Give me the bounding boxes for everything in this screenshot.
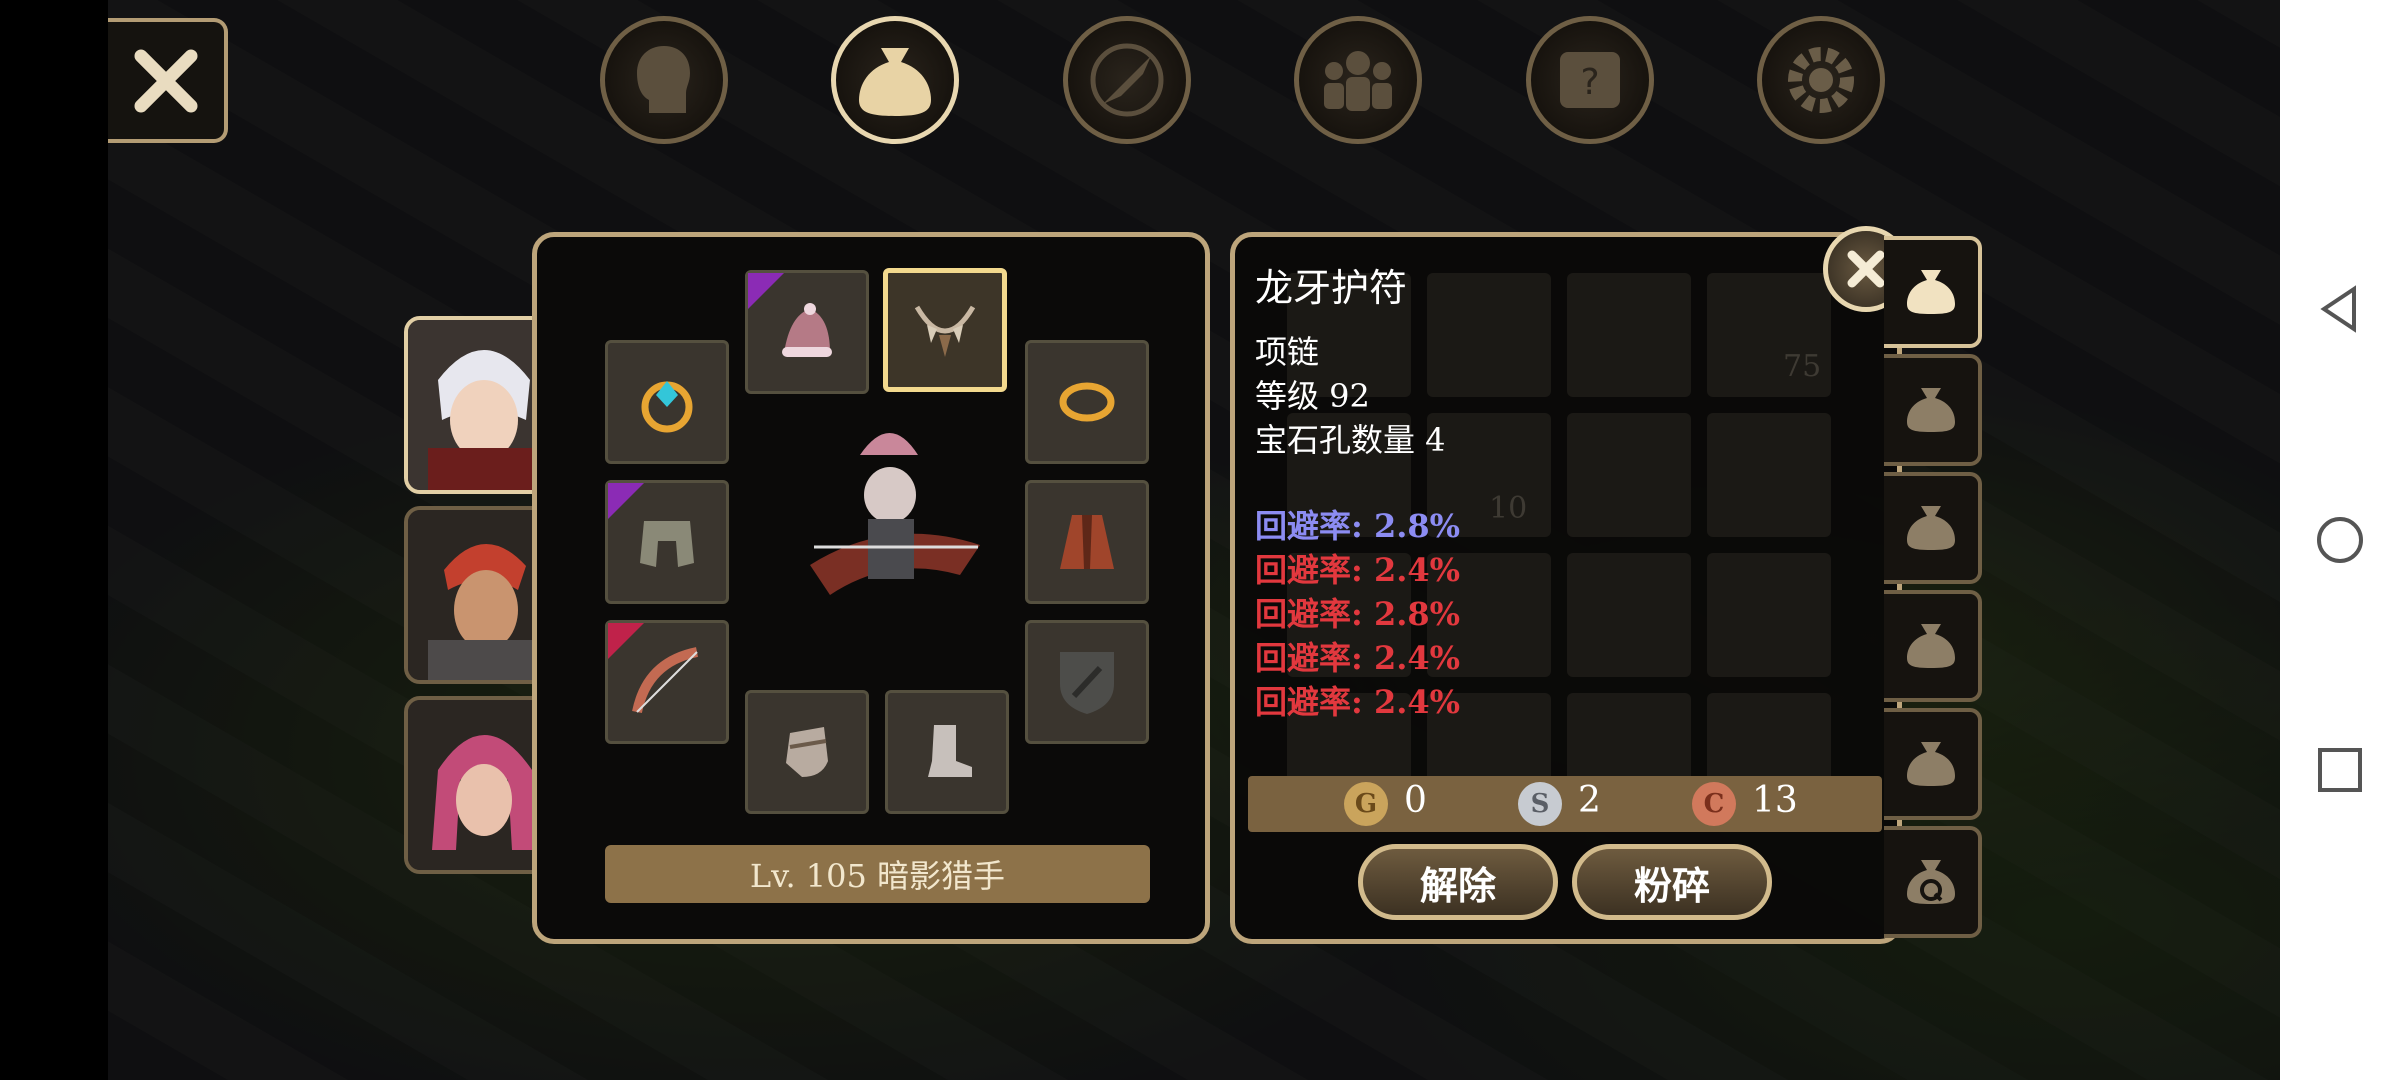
inventory-ghost-slot: [1707, 413, 1831, 537]
system-navigation-bar: [2280, 0, 2400, 1080]
ring-slot-left[interactable]: [605, 340, 729, 464]
ring-slot-right[interactable]: [1025, 340, 1149, 464]
gauntlet-icon: [786, 727, 828, 777]
bag-icon: [859, 48, 931, 116]
gold-amount: 0: [1404, 780, 1427, 821]
item-info-panel: 10 75 龙牙护符 项链 等级 92 宝石孔数量 4 回避率: 2.8% 回避…: [1230, 232, 1902, 944]
bag-page-tab-1[interactable]: [1884, 236, 1982, 348]
svg-text:?: ?: [1580, 62, 1599, 103]
character-tab[interactable]: [600, 16, 728, 144]
silver-amount: 2: [1578, 780, 1601, 821]
ghost-stack-count: 75: [1783, 349, 1822, 384]
weapon-slot[interactable]: [605, 620, 729, 744]
boots-icon: [928, 725, 972, 777]
settings-gear-icon: [1788, 47, 1854, 113]
crush-button[interactable]: 粉碎: [1572, 844, 1772, 920]
ghost-stack-count: 10: [1489, 491, 1528, 526]
bag-icon: [1907, 506, 1955, 550]
recents-square-icon[interactable]: [2314, 744, 2366, 796]
shield-slot[interactable]: [1025, 620, 1149, 744]
inventory-ghost-slot: [1427, 273, 1551, 397]
item-stat-line: 回避率: 2.8%: [1255, 507, 1461, 545]
armor-slot[interactable]: [605, 480, 729, 604]
item-gem-slots: 宝石孔数量 4: [1255, 421, 1446, 459]
item-stat-line: 回避率: 2.4%: [1255, 683, 1461, 721]
item-name: 龙牙护符: [1255, 266, 1408, 310]
shield-sword-icon: [1060, 652, 1114, 714]
gloves-slot[interactable]: [745, 690, 869, 814]
copper-coin-icon: C: [1692, 782, 1736, 826]
item-level: 等级 92: [1255, 377, 1370, 415]
back-triangle-icon[interactable]: [2314, 283, 2366, 335]
bag-icon: [1907, 742, 1955, 786]
bag-page-tab-5[interactable]: [1884, 708, 1982, 820]
close-icon: [1847, 250, 1885, 288]
character-sprite: [810, 433, 980, 595]
gem-ring-icon: [641, 381, 693, 433]
copper-amount: 13: [1752, 780, 1798, 821]
party-icon: [1324, 51, 1392, 111]
cloak-slot[interactable]: [1025, 480, 1149, 604]
quest-bag-icon: [1907, 860, 1955, 904]
gold-coin-icon: G: [1344, 782, 1388, 826]
close-inventory-button[interactable]: [108, 18, 228, 143]
bag-tab[interactable]: [831, 16, 959, 144]
character-level-bar: Lv. 105 暗影猎手: [605, 845, 1150, 903]
necklace-slot[interactable]: [883, 268, 1007, 392]
item-stat-line: 回避率: 2.8%: [1255, 595, 1461, 633]
legendary-rarity-corner: [608, 623, 644, 659]
quest-tab[interactable]: ?: [1526, 16, 1654, 144]
epic-rarity-corner: [748, 273, 784, 309]
silver-coin-icon: S: [1518, 782, 1562, 826]
bag-icon: [1907, 624, 1955, 668]
item-type: 项链: [1255, 333, 1320, 371]
character-icon: [637, 46, 690, 113]
inventory-ghost-slot: [1707, 553, 1831, 677]
settings-tab[interactable]: [1757, 16, 1885, 144]
bag-page-tab-quest[interactable]: [1884, 826, 1982, 938]
bag-icon: [1907, 270, 1955, 314]
equipment-tab[interactable]: [1063, 16, 1191, 144]
bag-icon: [1907, 388, 1955, 432]
home-circle-icon[interactable]: [2314, 514, 2366, 566]
boots-slot[interactable]: [885, 690, 1009, 814]
inventory-ghost-slot: [1567, 413, 1691, 537]
quest-scroll-icon: ?: [1560, 52, 1620, 108]
unequip-button[interactable]: 解除: [1358, 844, 1558, 920]
bag-page-tab-3[interactable]: [1884, 472, 1982, 584]
bag-page-tab-2[interactable]: [1884, 354, 1982, 466]
gold-ring-icon: [1059, 382, 1115, 422]
inventory-ghost-slot: [1567, 273, 1691, 397]
fang-necklace-icon: [914, 305, 976, 357]
item-stat-line: 回避率: 2.4%: [1255, 551, 1461, 589]
cloak-icon: [1060, 515, 1114, 569]
close-icon: [134, 49, 198, 112]
epic-rarity-corner: [608, 483, 644, 519]
item-stat-line: 回避率: 2.4%: [1255, 639, 1461, 677]
inventory-ghost-slot: [1567, 553, 1691, 677]
party-tab[interactable]: [1294, 16, 1422, 144]
bag-page-tab-4[interactable]: [1884, 590, 1982, 702]
compass-sword-icon: [1090, 43, 1164, 117]
currency-bar: G 0 S 2 C 13: [1248, 776, 1882, 832]
helmet-slot[interactable]: [745, 270, 869, 394]
